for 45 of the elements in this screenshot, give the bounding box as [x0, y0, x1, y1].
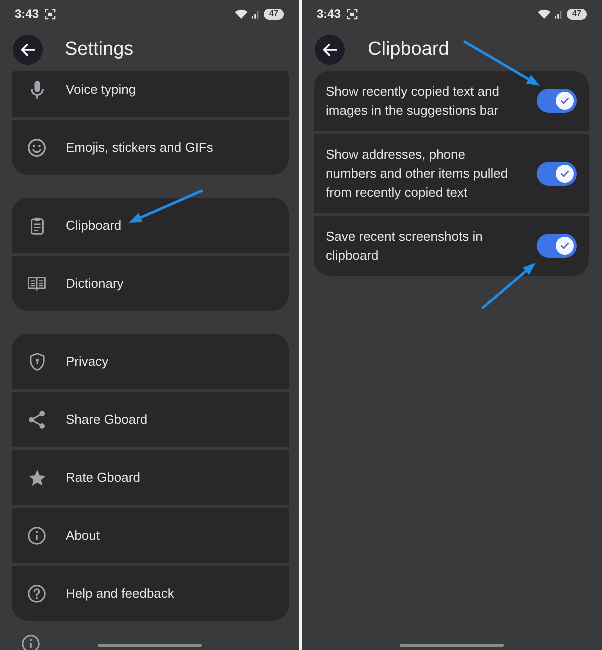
battery-indicator: 47 [264, 8, 284, 20]
signal-icon [555, 10, 562, 18]
menu-item[interactable]: Voice typing [12, 71, 289, 117]
screen-title: Settings [65, 38, 134, 60]
battery-indicator: 47 [567, 8, 587, 20]
setting-description: Show recently copied text and images in the suggestions bar [326, 83, 500, 120]
clipboard-icon [30, 216, 44, 234]
menu-item[interactable]: Dictionary [12, 256, 289, 311]
menu-item[interactable]: About [12, 508, 289, 563]
arrow-left-icon [323, 44, 337, 56]
menu-item[interactable]: Emojis, stickers and GIFs [12, 120, 289, 175]
screen-title: Clipboard [368, 38, 450, 60]
check-icon [556, 92, 574, 110]
screenshot-icon [347, 8, 358, 20]
info-icon [22, 635, 40, 650]
toggle-switch[interactable] [537, 234, 577, 258]
menu-item[interactable]: Clipboard [12, 198, 289, 253]
screenshot-icon [45, 8, 56, 20]
check-icon [556, 164, 574, 182]
status-time: 3:43 [317, 7, 342, 21]
arrow-left-icon [21, 44, 35, 56]
toggle-switch[interactable] [537, 162, 577, 186]
status-time: 3:43 [15, 7, 40, 21]
back-button[interactable] [13, 34, 43, 64]
check-icon [556, 237, 574, 255]
share-icon [29, 410, 45, 428]
signal-icon [252, 10, 259, 18]
menu-item[interactable]: Privacy [12, 334, 289, 389]
wifi-icon [538, 9, 551, 19]
back-button[interactable] [315, 34, 345, 64]
star-icon [28, 470, 46, 486]
annotation-arrow [482, 263, 536, 310]
toggle-switch[interactable] [537, 89, 577, 113]
question-icon [28, 584, 46, 602]
shield-icon [30, 352, 44, 370]
book-icon [28, 274, 46, 292]
menu-item[interactable]: Share Gboard [12, 392, 289, 447]
menu-item[interactable]: Help and feedback [12, 566, 289, 621]
menu-item[interactable]: Rate Gboard [12, 450, 289, 505]
setting-description: Save recent screenshots in clipboard [326, 228, 484, 265]
wifi-icon [235, 9, 248, 19]
info-icon [28, 526, 46, 544]
smiley-icon [28, 138, 46, 156]
microphone-icon [30, 80, 44, 98]
setting-description: Show addresses, phone numbers and other items pulled from recently copied text [326, 146, 510, 202]
